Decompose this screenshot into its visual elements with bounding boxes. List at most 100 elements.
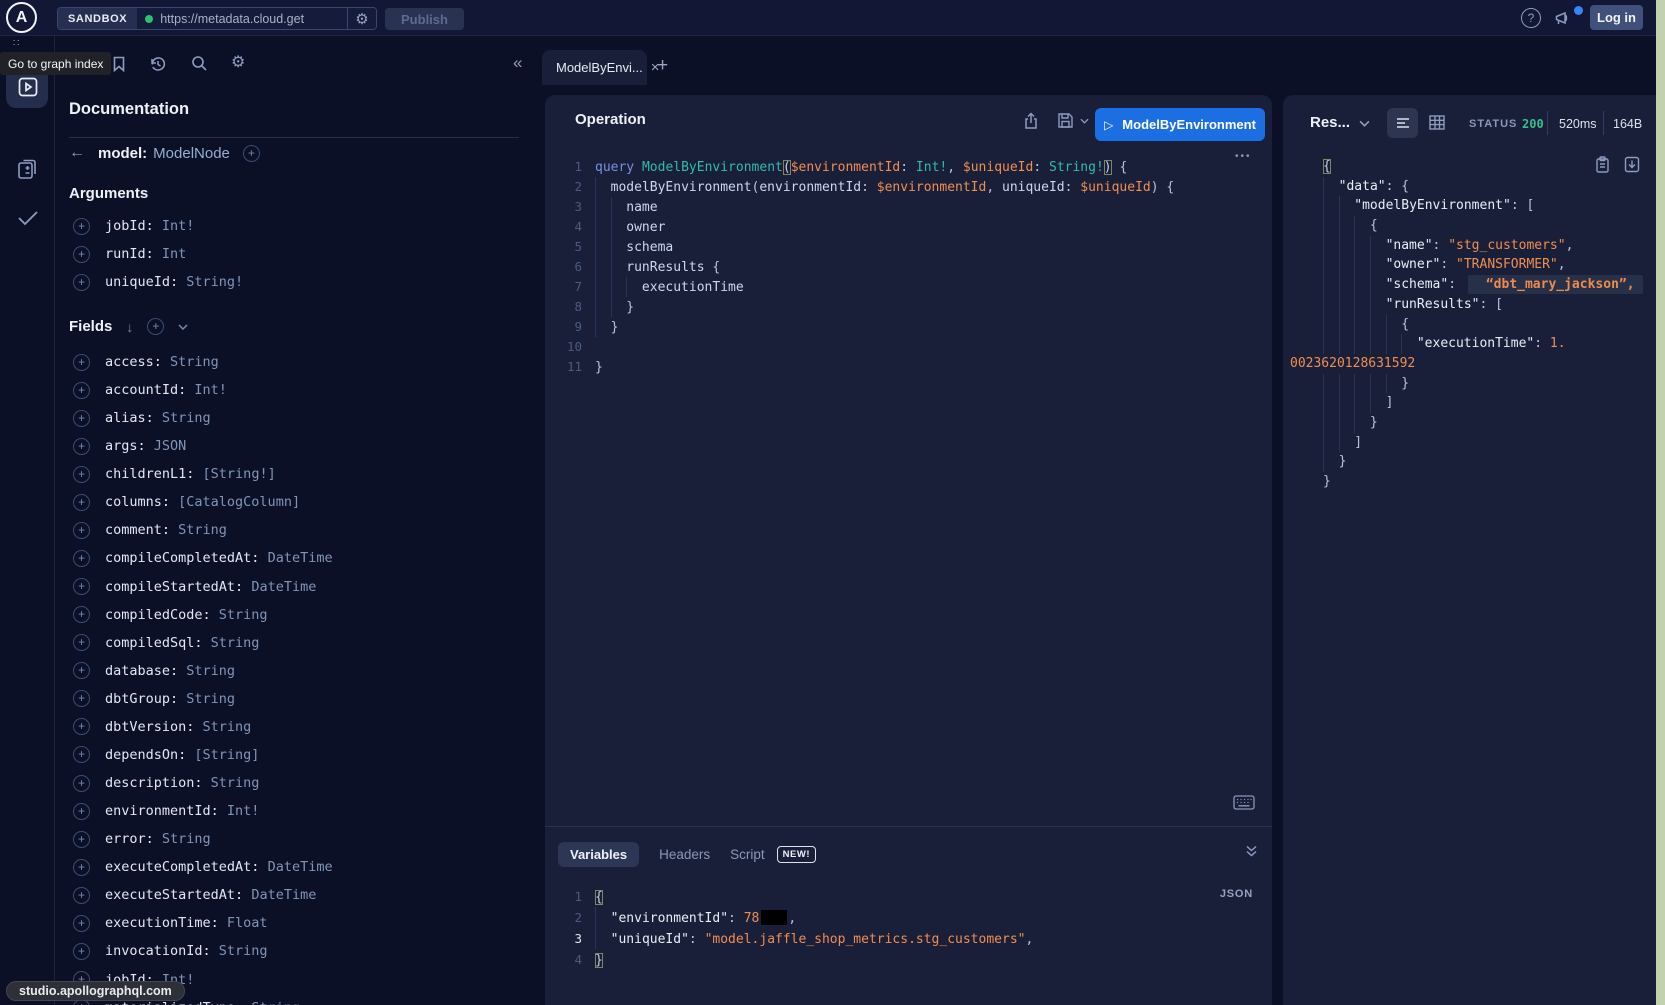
add-field-icon[interactable]: +	[73, 494, 90, 511]
code-line[interactable]: 8}	[545, 297, 1272, 317]
history-icon[interactable]	[149, 55, 167, 73]
field-type[interactable]: String	[186, 663, 235, 679]
field-name[interactable]: compiledSql:	[105, 635, 211, 651]
back-arrow-icon[interactable]: ←	[69, 144, 85, 162]
settings-gear-icon[interactable]: ⚙	[231, 52, 245, 72]
login-button[interactable]: Log in	[1590, 5, 1643, 30]
field-type[interactable]: String	[211, 635, 260, 651]
operation-tab[interactable]: ModelByEnvi... ×	[542, 50, 647, 85]
field-name[interactable]: dependsOn:	[105, 747, 194, 763]
sort-fields-icon[interactable]: ↓	[126, 319, 133, 335]
field-type[interactable]: [String]	[194, 747, 259, 763]
field-type[interactable]: String	[219, 607, 268, 623]
field-type[interactable]: String	[203, 719, 252, 735]
field-name[interactable]: args:	[105, 438, 154, 454]
code-line[interactable]: 5schema	[545, 237, 1272, 257]
code-line[interactable]: 2modelByEnvironment(environmentId: $envi…	[545, 177, 1272, 197]
field-name[interactable]: accountId:	[105, 382, 194, 398]
field-name[interactable]: dbtGroup:	[105, 691, 186, 707]
run-operation-button[interactable]: ▷ ModelByEnvironment	[1095, 108, 1265, 141]
argument-name[interactable]: jobId:	[105, 218, 162, 234]
field-type[interactable]: Int!	[227, 803, 260, 819]
field-name[interactable]: compileCompletedAt:	[105, 550, 268, 566]
add-all-fields-icon[interactable]: +	[147, 318, 164, 335]
chevron-down-icon[interactable]	[178, 324, 188, 330]
add-field-icon[interactable]: +	[73, 915, 90, 932]
field-name[interactable]: compiledCode:	[105, 607, 219, 623]
save-icon[interactable]	[1057, 112, 1074, 129]
add-field-icon[interactable]: +	[73, 438, 90, 455]
code-line[interactable]: }	[1323, 413, 1653, 433]
add-field-icon[interactable]: +	[73, 775, 90, 792]
graph-index-icon[interactable]: ∷	[13, 38, 21, 49]
field-type[interactable]: DateTime	[251, 887, 316, 903]
field-name[interactable]: executeStartedAt:	[105, 887, 251, 903]
keyboard-shortcuts-icon[interactable]	[1233, 795, 1255, 810]
code-line[interactable]: {	[1323, 157, 1653, 177]
code-line[interactable]: }	[1323, 452, 1653, 472]
code-line[interactable]: 3"uniqueId": "model.jaffle_shop_metrics.…	[545, 928, 1272, 949]
add-field-icon[interactable]: +	[73, 662, 90, 679]
argument-type[interactable]: String!	[186, 274, 243, 290]
code-line[interactable]: {	[1323, 216, 1653, 236]
code-line[interactable]: "modelByEnvironment": [	[1323, 196, 1653, 216]
argument-name[interactable]: runId:	[105, 246, 162, 262]
field-name[interactable]: columns:	[105, 494, 178, 510]
add-field-icon[interactable]: +	[73, 578, 90, 595]
add-field-icon[interactable]: +	[73, 831, 90, 848]
endpoint-url-input[interactable]: https://metadata.cloud.get	[137, 8, 347, 29]
field-name[interactable]: invocationId:	[105, 943, 219, 959]
argument-type[interactable]: Int	[162, 246, 186, 262]
add-field-icon[interactable]: +	[73, 690, 90, 707]
add-field-icon[interactable]: +	[73, 859, 90, 876]
operation-editor[interactable]: 1query ModelByEnvironment($environmentId…	[545, 157, 1272, 377]
field-name[interactable]: access:	[105, 354, 170, 370]
code-line[interactable]: }	[1323, 472, 1653, 492]
field-name[interactable]: executeCompletedAt:	[105, 859, 268, 875]
field-name[interactable]: description:	[105, 775, 211, 791]
table-view-toggle[interactable]	[1429, 115, 1445, 130]
field-type[interactable]: String	[219, 943, 268, 959]
add-field-icon[interactable]: +	[73, 382, 90, 399]
share-icon[interactable]	[1023, 112, 1039, 130]
schema-icon[interactable]	[0, 156, 55, 181]
field-name[interactable]: alias:	[105, 410, 162, 426]
field-type[interactable]: Float	[227, 915, 268, 931]
tab-script[interactable]: Script	[730, 847, 765, 862]
code-line[interactable]: "runResults": [	[1323, 295, 1653, 315]
code-line[interactable]: "schema": “dbt_mary_jackson”,	[1323, 275, 1653, 295]
search-icon[interactable]	[191, 55, 208, 72]
field-type[interactable]: String	[170, 354, 219, 370]
variables-editor[interactable]: 1{2"environmentId": 78,3"uniqueId": "mod…	[545, 886, 1272, 970]
field-type[interactable]: DateTime	[268, 859, 333, 875]
field-type[interactable]: [String!]	[203, 466, 276, 482]
field-type[interactable]: DateTime	[251, 579, 316, 595]
announcements-icon[interactable]	[1554, 9, 1573, 27]
add-field-icon[interactable]: +	[73, 718, 90, 735]
response-dropdown-chevron-icon[interactable]	[1359, 120, 1370, 127]
code-line[interactable]: ]	[1323, 433, 1653, 453]
save-options-chevron-icon[interactable]	[1080, 118, 1089, 124]
field-name[interactable]: childrenL1:	[105, 466, 203, 482]
collapse-variables-icon[interactable]	[1245, 845, 1258, 857]
add-field-icon[interactable]: +	[73, 606, 90, 623]
field-type[interactable]: [CatalogColumn]	[178, 494, 300, 510]
code-line[interactable]: "owner": "TRANSFORMER",	[1323, 255, 1653, 275]
field-type[interactable]: Int!	[194, 382, 227, 398]
field-type[interactable]: String	[186, 691, 235, 707]
checks-icon[interactable]	[0, 207, 55, 229]
add-field-icon[interactable]: +	[73, 550, 90, 567]
help-icon[interactable]: ?	[1521, 8, 1541, 28]
tab-headers[interactable]: Headers	[659, 847, 710, 862]
add-field-icon[interactable]: +	[73, 634, 90, 651]
add-field-icon[interactable]: +	[73, 354, 90, 371]
add-field-icon[interactable]: +	[73, 466, 90, 483]
code-line[interactable]: 9}	[545, 317, 1272, 337]
apollo-logo-icon[interactable]: A	[6, 2, 37, 33]
add-field-icon[interactable]: +	[73, 246, 90, 263]
raw-view-toggle[interactable]	[1387, 108, 1418, 138]
field-name[interactable]: compileStartedAt:	[105, 579, 251, 595]
argument-type[interactable]: Int!	[162, 218, 195, 234]
field-name[interactable]: error:	[105, 831, 162, 847]
field-type[interactable]: JSON	[154, 438, 187, 454]
